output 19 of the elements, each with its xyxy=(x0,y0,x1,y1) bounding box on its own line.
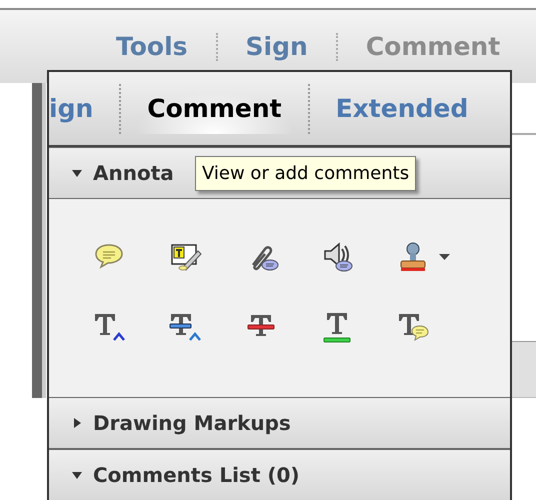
text-insert-icon[interactable] xyxy=(93,311,127,343)
toolbar-tab[interactable]: Comment xyxy=(338,33,528,61)
text-bubble-icon[interactable] xyxy=(397,311,431,343)
caret-icon[interactable] xyxy=(439,254,450,260)
section-header[interactable]: Drawing Markups xyxy=(49,397,510,449)
toolbar-tab[interactable]: Sign xyxy=(218,33,338,61)
scrollbar-track xyxy=(510,341,536,398)
toolbar-tab[interactable]: Tools xyxy=(88,33,218,61)
section-title: Annota xyxy=(93,161,174,185)
tooltip: View or add comments xyxy=(195,156,416,191)
section-header[interactable]: Comments List (0) xyxy=(49,449,510,500)
expand-triangle-icon[interactable] xyxy=(71,417,83,429)
section-title: Comments List (0) xyxy=(93,463,300,487)
collapse-triangle-icon[interactable] xyxy=(71,469,83,481)
section-title: Drawing Markups xyxy=(93,411,291,435)
panel-tab[interactable]: ign xyxy=(49,84,120,134)
panel-tab[interactable]: Extended xyxy=(310,84,494,134)
text-replace-icon[interactable] xyxy=(169,311,203,343)
collapse-triangle-icon[interactable] xyxy=(71,167,83,179)
